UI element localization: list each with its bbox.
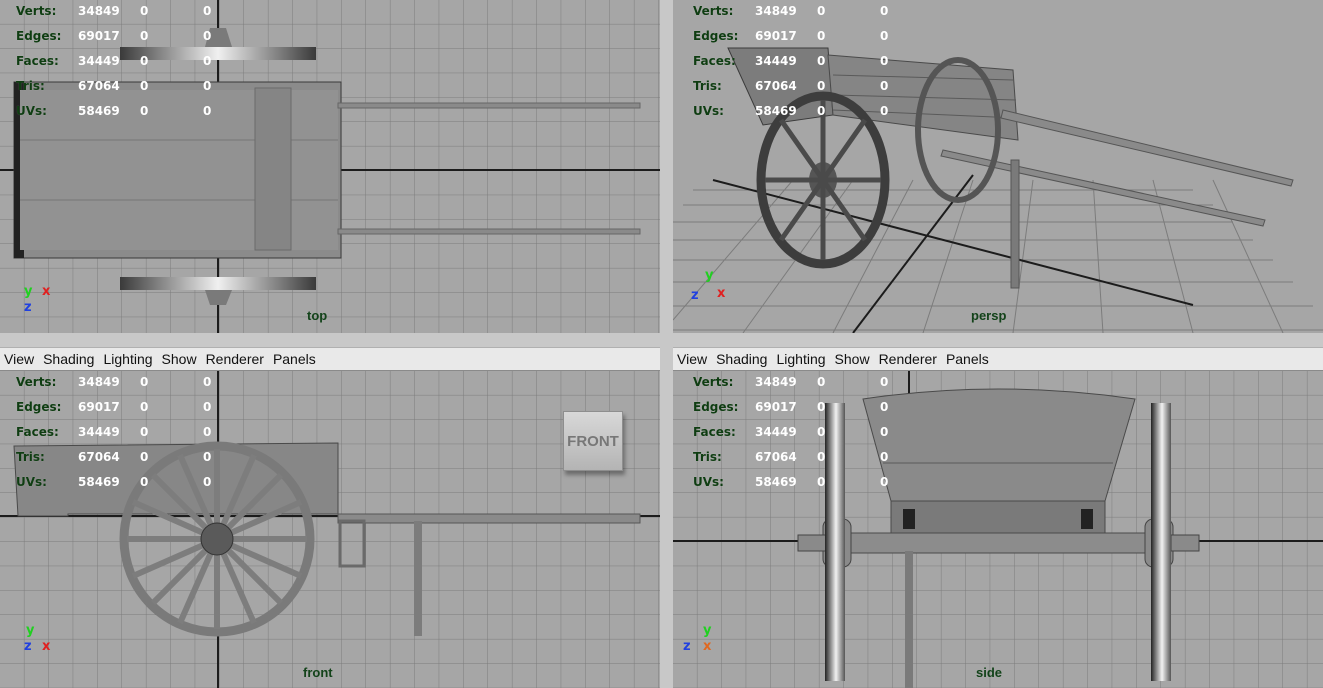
side-view-canvas <box>673 371 1323 688</box>
menu-renderer[interactable]: Renderer <box>206 351 264 367</box>
axis-gizmo-top: y x z <box>24 284 51 315</box>
wheel-top-upper <box>120 47 316 60</box>
menubar-front: View Shading Lighting Show Renderer Pane… <box>0 347 660 371</box>
axis-gizmo-persp: y x z <box>691 268 726 303</box>
menu-view[interactable]: View <box>4 351 34 367</box>
top-view-canvas <box>0 0 660 333</box>
viewport-name-persp: persp <box>971 308 1007 323</box>
viewport-name-front: front <box>303 665 333 680</box>
axis-gizmo-side: y x z <box>683 623 712 654</box>
menu-view-side[interactable]: View <box>677 351 707 367</box>
menu-lighting[interactable]: Lighting <box>103 351 152 367</box>
viewport-name-side: side <box>976 665 1003 680</box>
axis-gizmo-front: y x z <box>24 623 51 654</box>
viewport-top[interactable]: Verts: 34849 0 0 Edges: 69017 0 0 Faces: 34449 0… <box>0 0 660 333</box>
viewport-side[interactable]: View Shading Lighting Show Renderer Pane… <box>673 347 1323 688</box>
menu-shading[interactable]: Shading <box>43 351 94 367</box>
viewport-front[interactable]: View Shading Lighting Show Renderer Pane… <box>0 347 660 688</box>
persp-view-canvas <box>673 0 1323 333</box>
front-view-canvas <box>0 371 660 688</box>
view-cube-front[interactable]: FRONT <box>563 411 623 471</box>
menu-panels[interactable]: Panels <box>273 351 316 367</box>
viewport-persp[interactable]: Verts: 34849 0 0 Edges: 69017 0 0 Faces: 34449 0… <box>673 0 1323 333</box>
menu-show[interactable]: Show <box>162 351 197 367</box>
menu-shading-side[interactable]: Shading <box>716 351 767 367</box>
wheel-top-lower <box>120 277 316 290</box>
menu-lighting-side[interactable]: Lighting <box>776 351 825 367</box>
menubar-side: View Shading Lighting Show Renderer Pane… <box>673 347 1323 371</box>
menu-show-side[interactable]: Show <box>835 351 870 367</box>
menu-renderer-side[interactable]: Renderer <box>879 351 937 367</box>
menu-panels-side[interactable]: Panels <box>946 351 989 367</box>
viewport-splitter-horizontal[interactable] <box>0 333 1323 347</box>
viewport-name-top: top <box>307 308 328 323</box>
